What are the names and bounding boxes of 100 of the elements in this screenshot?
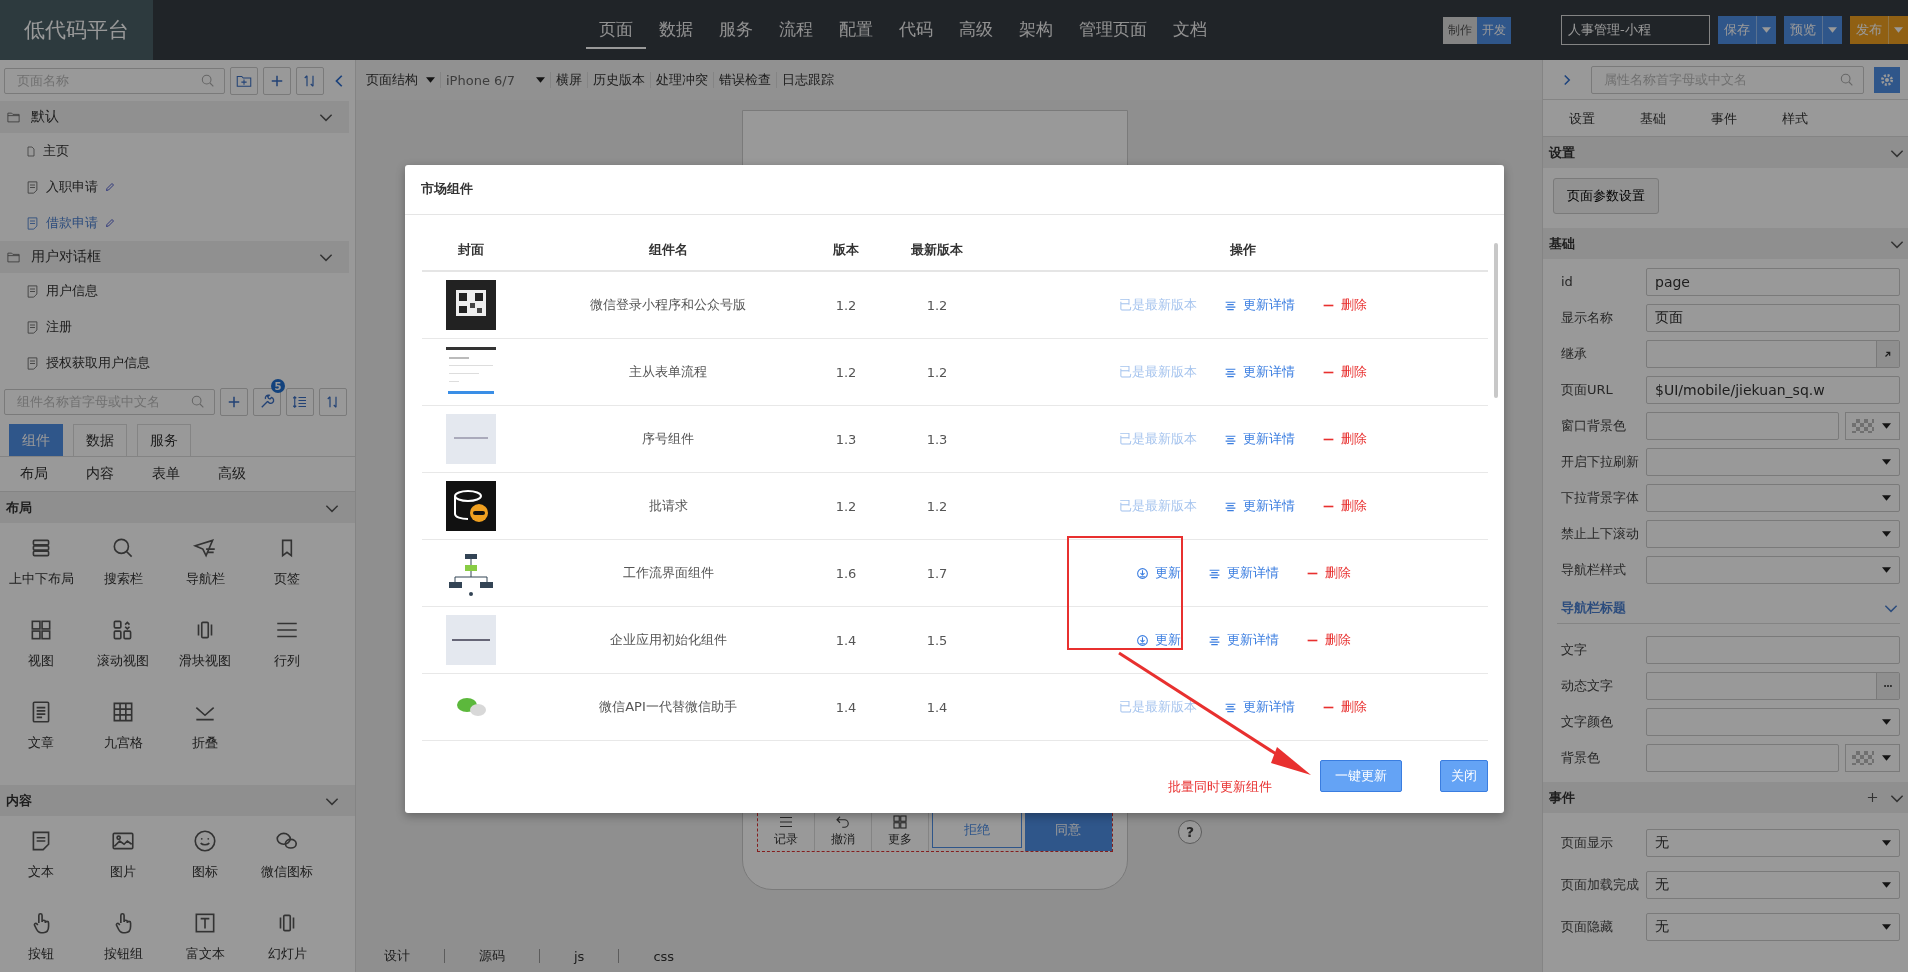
text-field[interactable]: [1646, 635, 1900, 664]
update-link[interactable]: 更新: [1135, 631, 1181, 649]
component-label[interactable]: 上中下布局: [8, 571, 74, 588]
page-tree-item[interactable]: 主页: [43, 142, 69, 160]
add-button[interactable]: [263, 67, 291, 95]
component-label[interactable]: 文章: [28, 735, 54, 752]
delete-link[interactable]: 删除: [1322, 296, 1367, 314]
editor-tab[interactable]: css: [653, 948, 695, 964]
page-tree-item[interactable]: 用户信息: [46, 282, 98, 300]
select-field[interactable]: [1646, 483, 1900, 512]
delete-link[interactable]: 删除: [1322, 497, 1367, 515]
smile-icon[interactable]: [192, 828, 218, 854]
settings-button[interactable]: [1874, 67, 1900, 93]
select-field[interactable]: 无: [1646, 828, 1900, 857]
line-spacing-button[interactable]: [286, 388, 314, 416]
scrollbar-thumb[interactable]: [1494, 243, 1498, 398]
add-folder-button[interactable]: [230, 67, 258, 95]
toolbar-link[interactable]: 日志跟踪: [782, 71, 834, 89]
nav-tab[interactable]: 配置: [826, 11, 886, 49]
delete-link[interactable]: 删除: [1322, 363, 1367, 381]
component-label[interactable]: 行列: [274, 653, 300, 670]
page-tree-item[interactable]: 授权获取用户信息: [46, 354, 150, 372]
component-label[interactable]: 视图: [28, 653, 54, 670]
page-settings-button[interactable]: 页面参数设置: [1553, 178, 1659, 214]
pencil-icon[interactable]: [104, 217, 116, 229]
component-label[interactable]: 折叠: [192, 735, 218, 752]
property-tab[interactable]: 基础: [1640, 110, 1711, 128]
delete-link[interactable]: 删除: [1322, 430, 1367, 448]
sort-button[interactable]: [296, 67, 324, 95]
color-picker[interactable]: [1845, 743, 1900, 772]
nav-tab[interactable]: 架构: [1006, 11, 1066, 49]
select-field[interactable]: [1646, 555, 1900, 584]
component-label[interactable]: 图标: [192, 864, 218, 881]
add-icon[interactable]: [1867, 792, 1878, 803]
sort-button[interactable]: [319, 388, 347, 416]
color-field[interactable]: [1646, 411, 1839, 440]
update-link[interactable]: 更新: [1135, 564, 1181, 582]
details-link[interactable]: 更新详情: [1224, 363, 1295, 381]
nav-tab[interactable]: 页面: [586, 11, 646, 49]
input-field[interactable]: [1646, 671, 1900, 700]
nav-tab[interactable]: 管理页面: [1066, 11, 1160, 49]
property-tab[interactable]: 设置: [1569, 110, 1640, 128]
text-field[interactable]: page: [1646, 267, 1900, 296]
toolbar-link[interactable]: 横屏: [556, 71, 582, 89]
component-label[interactable]: 文本: [28, 864, 54, 881]
details-link[interactable]: 更新详情: [1207, 631, 1279, 649]
select-field[interactable]: [1646, 447, 1900, 476]
project-select[interactable]: 人事管理-小程: [1561, 15, 1710, 45]
component-label[interactable]: 滚动视图: [97, 653, 149, 670]
add-button[interactable]: [220, 388, 248, 416]
text-field[interactable]: $UI/mobile/jiekuan_sq.w: [1646, 375, 1900, 404]
mode-toggle-option[interactable]: 开发: [1477, 16, 1511, 44]
nav-tab[interactable]: 文档: [1160, 11, 1220, 49]
property-tab[interactable]: 事件: [1711, 110, 1782, 128]
text-field[interactable]: 页面: [1646, 303, 1900, 332]
pencil-icon[interactable]: [104, 181, 116, 193]
toolbar-link[interactable]: 历史版本: [593, 71, 645, 89]
tree-group-label[interactable]: 用户对话框: [31, 248, 101, 266]
device-dropdown[interactable]: iPhone 6/7: [446, 72, 528, 88]
component-label[interactable]: 按钮: [28, 946, 54, 963]
editor-tab[interactable]: 设计: [384, 947, 430, 965]
nav-tab[interactable]: 服务: [706, 11, 766, 49]
page-tree-item[interactable]: 注册: [46, 318, 72, 336]
details-link[interactable]: 更新详情: [1224, 698, 1295, 716]
page-tree-item[interactable]: 借款申请: [46, 214, 98, 232]
nav-tab[interactable]: 数据: [646, 11, 706, 49]
select-field[interactable]: [1646, 707, 1900, 736]
delete-link[interactable]: 删除: [1305, 564, 1351, 582]
details-link[interactable]: 更新详情: [1224, 430, 1295, 448]
component-label[interactable]: 滑块视图: [179, 653, 231, 670]
panel-tab[interactable]: 数据: [73, 424, 127, 456]
nav-tab[interactable]: 代码: [886, 11, 946, 49]
help-icon[interactable]: ?: [1178, 820, 1202, 844]
editor-tab[interactable]: js: [574, 948, 605, 964]
editor-tab[interactable]: 源码: [479, 947, 525, 965]
component-label[interactable]: 搜索栏: [103, 571, 143, 588]
color-picker[interactable]: [1845, 411, 1900, 440]
category-tab[interactable]: 高级: [218, 465, 284, 483]
component-label[interactable]: 导航栏: [185, 571, 225, 588]
input-field[interactable]: [1646, 339, 1900, 368]
category-tab[interactable]: 内容: [86, 465, 152, 483]
property-tab[interactable]: 样式: [1782, 110, 1853, 128]
details-link[interactable]: 更新详情: [1224, 497, 1295, 515]
details-link[interactable]: 更新详情: [1207, 564, 1279, 582]
tree-group-label[interactable]: 默认: [31, 108, 59, 126]
category-tab[interactable]: 布局: [20, 465, 86, 483]
wrench-button[interactable]: [253, 388, 281, 416]
component-label[interactable]: 幻灯片: [267, 946, 307, 963]
panel-tab[interactable]: 服务: [137, 424, 191, 456]
category-tab[interactable]: 表单: [152, 465, 218, 483]
component-label[interactable]: 图片: [110, 864, 136, 881]
nav-tab[interactable]: 流程: [766, 11, 826, 49]
component-label[interactable]: 按钮组: [103, 946, 143, 963]
page-tree-item[interactable]: 入职申请: [46, 178, 98, 196]
toolbar-link[interactable]: 错误检查: [719, 71, 771, 89]
component-label[interactable]: 九宫格: [103, 735, 143, 752]
select-field[interactable]: 无: [1646, 870, 1900, 899]
details-link[interactable]: 更新详情: [1224, 296, 1295, 314]
nav-tab[interactable]: 高级: [946, 11, 1006, 49]
select-field[interactable]: 无: [1646, 912, 1900, 941]
